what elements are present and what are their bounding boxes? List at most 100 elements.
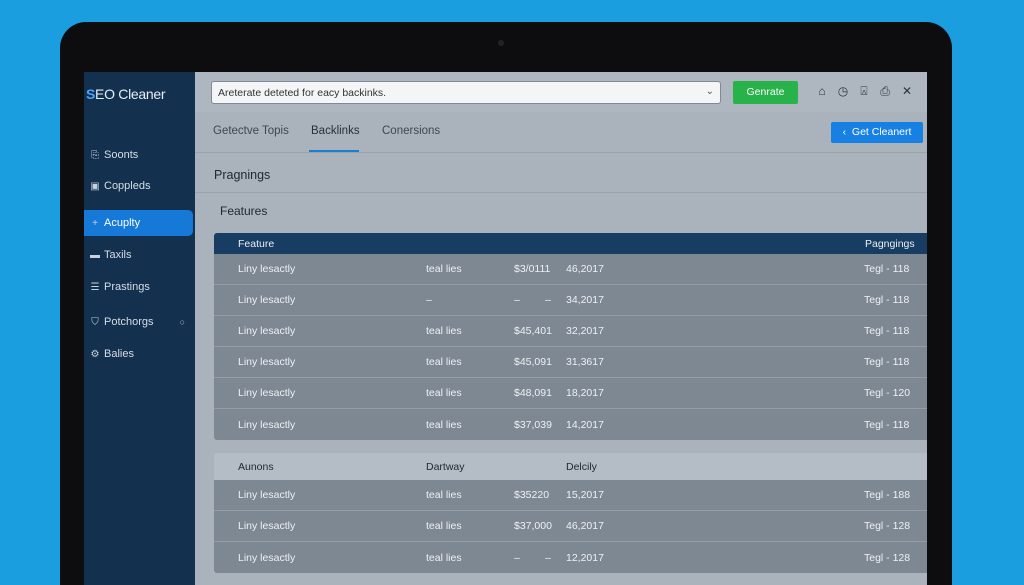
- sidebar-item-prastings[interactable]: ☰ Prastings: [84, 274, 193, 300]
- doc-icon: ⎘: [91, 149, 99, 161]
- table-row[interactable]: Liny lesactly teal lies $35220 15,2017 Tegl …: [214, 480, 927, 511]
- cell-amount: –: [545, 551, 551, 564]
- logo-mark: S: [86, 86, 96, 102]
- table-row[interactable]: Liny lesactly teal lies $37,000 46,2017 Tegl…: [214, 511, 927, 542]
- cell-date: 14,2017: [566, 418, 604, 431]
- cell-tag: Tegl - 188: [864, 489, 911, 501]
- aunons-table: Aunons Dartway Delcily Liny lesactly teal…: [214, 453, 927, 573]
- get-cleanert-button[interactable]: ‹ Get Cleanert: [831, 122, 923, 143]
- cell-amount-prefix: –: [514, 551, 520, 564]
- header-pagings: Pagngings: [865, 237, 915, 250]
- cell-type: teal lies: [426, 263, 462, 275]
- camera-dot: [498, 40, 504, 46]
- cell-tag: Tegl - 118: [864, 418, 910, 431]
- cell-amount-prefix: –: [514, 294, 520, 306]
- list-icon: ☰: [90, 281, 100, 293]
- chevron-left-icon: ‹: [842, 126, 847, 138]
- bookmark-icon[interactable]: ⍓: [857, 84, 871, 99]
- cell-tag: Tegl - 128: [864, 551, 911, 564]
- status-dot-icon: ○: [179, 317, 185, 327]
- print-icon[interactable]: ⎙: [878, 84, 892, 99]
- header-feature: Feature: [238, 237, 275, 250]
- cell-amount: $37,039: [514, 418, 552, 431]
- cell-date: 46,2017: [566, 520, 604, 532]
- sidebar-item-label: Acuplty: [104, 217, 141, 229]
- cell-date: 34,2017: [566, 294, 604, 306]
- table-row[interactable]: Liny lesactly teal lies $45,401 32,2017 Tegl…: [214, 316, 927, 347]
- cell-amount: $37,000: [514, 520, 552, 532]
- tab-getectve-topis[interactable]: Getectve Topis: [213, 125, 289, 137]
- header-aunons: Aunons: [238, 460, 274, 473]
- chevron-down-icon[interactable]: ⌄: [706, 86, 714, 97]
- app-logo[interactable]: SEO Cleaner: [86, 86, 166, 102]
- app-window: SEO Cleaner ⎘ Soonts ▣ Coppleds + Acuplty ▬ Tax…: [84, 72, 927, 585]
- cell-amount: $3/0111: [514, 263, 551, 275]
- sidebar-item-acuplty[interactable]: + Acuplty: [84, 210, 193, 236]
- features-heading: Features: [220, 204, 268, 218]
- search-value: Areterate deteted for eacy backinks.: [218, 87, 387, 99]
- cell-amount: –: [545, 294, 551, 306]
- search-input[interactable]: Areterate deteted for eacy backinks. ⌄: [211, 81, 721, 104]
- sidebar-item-potchorgs[interactable]: ⛉ Potchorgs ○: [84, 309, 193, 335]
- sidebar-item-soonts[interactable]: ⎘ Soonts: [84, 142, 193, 168]
- active-tab-indicator: [309, 150, 359, 152]
- page-title: Pragnings: [214, 168, 271, 182]
- clock-icon[interactable]: ◷: [836, 84, 850, 98]
- cell-name: Liny lesactly: [238, 356, 296, 368]
- table-row[interactable]: Liny lesactly teal lies $45,091 31,3617 Tegl…: [214, 347, 927, 378]
- cell-tag: Tegl - 120: [864, 387, 911, 399]
- cell-amount: $48,091: [514, 387, 552, 399]
- cell-date: 18,2017: [566, 387, 604, 399]
- cell-type: teal lies: [426, 325, 462, 337]
- table-header: Aunons Dartway Delcily: [214, 453, 927, 480]
- table-row[interactable]: Liny lesactly teal lies $48,091 18,2017 Tegl…: [214, 378, 927, 409]
- sidebar-item-coppleds[interactable]: ▣ Coppleds: [84, 173, 193, 199]
- generate-button[interactable]: Genrate: [733, 81, 798, 104]
- sidebar-item-label: Coppleds: [104, 180, 151, 192]
- cell-tag: Tegl - 118: [864, 294, 910, 306]
- cell-type: –: [426, 294, 432, 306]
- cell-amount: $35220: [514, 489, 550, 501]
- header-dartway: Dartway: [426, 460, 465, 473]
- gear-icon: ⚙: [90, 348, 100, 360]
- cell-amount: $45,091: [514, 356, 552, 368]
- sidebar-item-label: Soonts: [104, 149, 139, 161]
- close-icon[interactable]: ✕: [900, 84, 914, 98]
- cell-date: 31,3617: [566, 356, 604, 368]
- table-row[interactable]: Liny lesactly teal lies $37,039 14,2017 Tegl…: [214, 409, 927, 440]
- tab-backlinks[interactable]: Backlinks: [311, 125, 360, 137]
- sidebar-item-taxils[interactable]: ▬ Taxils: [84, 242, 193, 268]
- cell-type: teal lies: [426, 520, 462, 532]
- folder-icon: ▬: [90, 249, 100, 261]
- cell-tag: Tegl - 118: [864, 356, 910, 368]
- cell-type: teal lies: [426, 387, 462, 399]
- table-header: Feature Pagngings: [214, 233, 927, 254]
- sidebar-item-label: Potchorgs: [104, 316, 154, 328]
- cell-name: Liny lesactly: [238, 418, 296, 431]
- plus-icon: +: [92, 217, 98, 229]
- home-icon[interactable]: ⌂: [815, 84, 829, 98]
- cell-tag: Tegl - 128: [864, 520, 911, 532]
- cell-date: 15,2017: [566, 489, 604, 501]
- table-row[interactable]: Liny lesactly teal lies – 12,2017 Tegl - 128…: [214, 542, 927, 573]
- sidebar: SEO Cleaner ⎘ Soonts ▣ Coppleds + Acuplty ▬ Tax…: [84, 72, 195, 585]
- cell-date: 12,2017: [566, 551, 604, 564]
- features-table: Feature Pagngings Liny lesactly teal lies…: [214, 233, 927, 440]
- cell-name: Liny lesactly: [238, 387, 296, 399]
- top-toolbar: Areterate deteted for eacy backinks. ⌄ G…: [195, 72, 927, 112]
- cell-name: Liny lesactly: [238, 489, 296, 501]
- tab-bar: Getectve Topis Backlinks Conersions ‹ Ge…: [195, 112, 927, 153]
- tab-conersions[interactable]: Conersions: [382, 125, 440, 137]
- table-row[interactable]: Liny lesactly – – 34,2017 Tegl - 118 –: [214, 285, 927, 316]
- cell-date: 46,2017: [566, 263, 604, 275]
- cell-tag: Tegl - 118: [864, 263, 910, 275]
- cell-tag: Tegl - 118: [864, 325, 910, 337]
- cell-date: 32,2017: [566, 325, 604, 337]
- cell-amount: $45,401: [514, 325, 552, 337]
- logo-text: EO Cleaner: [95, 86, 166, 102]
- sidebar-item-balies[interactable]: ⚙ Balies: [84, 341, 193, 367]
- shield-icon: ⛉: [91, 316, 99, 328]
- sidebar-item-label: Taxils: [104, 249, 132, 261]
- cell-name: Liny lesactly: [238, 551, 296, 564]
- table-row[interactable]: Liny lesactly teal lies $3/0111 46,2017 Tegl…: [214, 254, 927, 285]
